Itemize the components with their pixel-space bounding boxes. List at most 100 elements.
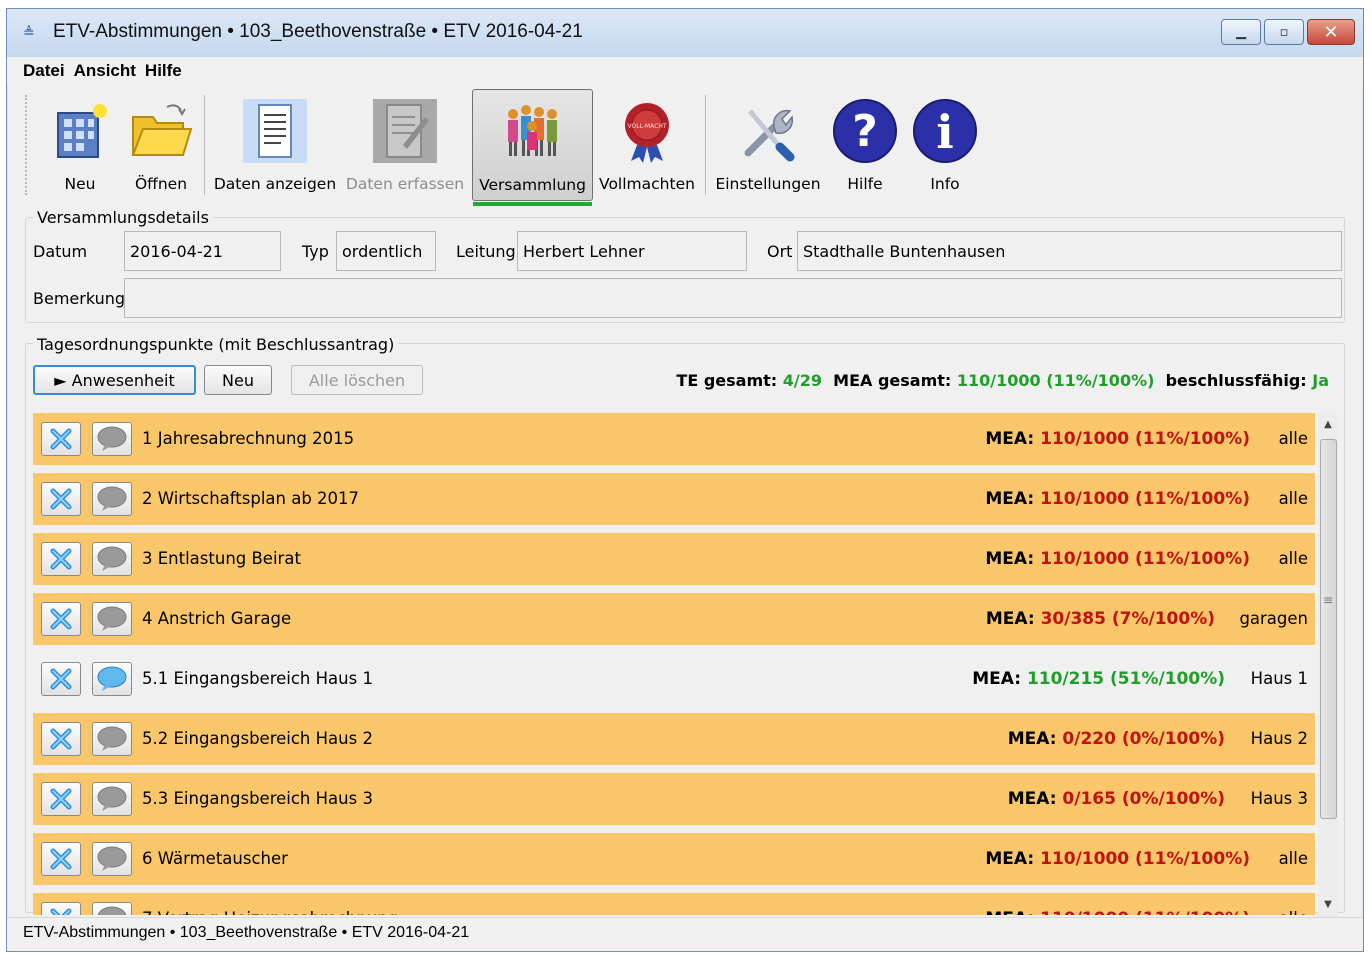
toolbar-label: Öffnen xyxy=(134,175,188,193)
title-bar[interactable]: ≜ ETV-Abstimmungen • 103_Beethovenstraße… xyxy=(7,9,1363,57)
close-button[interactable]: ✕ xyxy=(1307,19,1355,45)
toolbar-vollmachten-button[interactable]: VOLL-MACHT Vollmachten xyxy=(597,89,697,201)
window-controls: ▁ ▫ ✕ xyxy=(1221,19,1355,45)
alle-loeschen-button[interactable]: Alle löschen xyxy=(291,365,423,395)
mea-gesamt-value: 110/1000 (11%/100%) xyxy=(956,371,1155,390)
toolbar-daten-erfassen-button[interactable]: Daten erfassen xyxy=(343,89,467,201)
remove-item-button[interactable] xyxy=(41,842,81,876)
bemerkung-field[interactable] xyxy=(124,278,1342,318)
menu-hilfe[interactable]: Hilfe xyxy=(145,61,182,81)
bemerkung-label: Bemerkung xyxy=(33,289,126,308)
mea-label: MEA: xyxy=(985,549,1035,569)
speech-bubble-icon xyxy=(97,906,127,915)
scroll-thumb[interactable] xyxy=(1320,439,1337,819)
app-window: ≜ ETV-Abstimmungen • 103_Beethovenstraße… xyxy=(6,8,1364,952)
ort-field[interactable]: Stadthalle Buntenhausen xyxy=(797,231,1342,271)
agenda-item-mea: MEA: 110/1000 (11%/100%) xyxy=(985,849,1250,869)
datum-field[interactable]: 2016-04-21 xyxy=(124,231,281,271)
remove-item-button[interactable] xyxy=(41,482,81,516)
comment-button[interactable] xyxy=(92,782,132,816)
agenda-row[interactable]: 5.3 Eingangsbereich Haus 3 MEA: 0/165 (0%… xyxy=(33,773,1315,825)
menu-ansicht[interactable]: Ansicht xyxy=(74,61,136,81)
agenda-row[interactable]: 4 Anstrich Garage MEA: 30/385 (7%/100%) ga… xyxy=(33,593,1315,645)
agenda-list: 1 Jahresabrechnung 2015 MEA: 110/1000 (11… xyxy=(33,405,1340,915)
people-icon xyxy=(499,98,567,166)
maximize-button[interactable]: ▫ xyxy=(1264,19,1304,45)
agenda-row[interactable]: 1 Jahresabrechnung 2015 MEA: 110/1000 (11… xyxy=(33,413,1315,465)
anwesenheit-button[interactable]: ► Anwesenheit xyxy=(33,365,196,395)
mea-label: MEA: xyxy=(985,489,1035,509)
scroll-up-arrow-icon[interactable]: ▲ xyxy=(1318,415,1338,435)
agenda-row[interactable]: 6 Wärmetauscher MEA: 110/1000 (11%/100%) a… xyxy=(33,833,1315,885)
seal-text: VOLL-MACHT xyxy=(627,123,666,130)
toolbar-daten-anzeigen-button[interactable]: Daten anzeigen xyxy=(211,89,339,201)
comment-button[interactable] xyxy=(92,902,132,915)
comment-button[interactable] xyxy=(92,722,132,756)
seal-icon: VOLL-MACHT xyxy=(613,97,681,165)
ort-label: Ort xyxy=(767,242,793,261)
speech-bubble-icon xyxy=(97,786,127,811)
minimize-button[interactable]: ▁ xyxy=(1221,19,1261,45)
comment-button[interactable] xyxy=(92,602,132,636)
comment-button[interactable] xyxy=(92,842,132,876)
typ-field[interactable]: ordentlich xyxy=(336,231,436,271)
agenda-item-title: 7 Vertrag Heizungsabrechnung xyxy=(142,909,398,915)
agenda-scrollbar[interactable]: ▲ ≡ ▼ xyxy=(1318,413,1338,917)
menu-datei[interactable]: Datei xyxy=(23,61,65,81)
toolbar-hilfe-button[interactable]: ? Hilfe xyxy=(827,89,903,201)
toolbar-einstellungen-button[interactable]: Einstellungen xyxy=(713,89,823,201)
info-icon: i xyxy=(911,97,979,165)
agenda-row[interactable]: 5.1 Eingangsbereich Haus 1 MEA: 110/215 (… xyxy=(33,653,1315,705)
remove-item-button[interactable] xyxy=(41,902,81,915)
toolbar-label: Hilfe xyxy=(847,175,883,193)
folder-open-icon xyxy=(127,97,195,165)
datum-label: Datum xyxy=(33,242,88,261)
remove-item-button[interactable] xyxy=(41,602,81,636)
close-x-icon xyxy=(50,848,72,870)
speech-bubble-icon xyxy=(97,846,127,871)
te-gesamt-value: 4/29 xyxy=(782,371,822,390)
agenda-item-title: 3 Entlastung Beirat xyxy=(142,549,301,568)
mea-value: 110/1000 (11%/100%) xyxy=(1040,909,1250,915)
agenda-item-title: 5.3 Eingangsbereich Haus 3 xyxy=(142,789,373,808)
remove-item-button[interactable] xyxy=(41,782,81,816)
agenda-row[interactable]: 7 Vertrag Heizungsabrechnung MEA: 110/100… xyxy=(33,893,1315,915)
agenda-item-mea: MEA: 110/1000 (11%/100%) xyxy=(985,489,1250,509)
active-indicator xyxy=(473,202,592,206)
toolbar-neu-button[interactable]: Neu xyxy=(41,89,119,201)
toolbar-info-button[interactable]: i Info xyxy=(907,89,983,201)
agenda-summary: TE gesamt: 4/29 MEA gesamt: 110/1000 (11… xyxy=(676,371,1329,390)
agenda-row[interactable]: 5.2 Eingangsbereich Haus 2 MEA: 0/220 (0%… xyxy=(33,713,1315,765)
speech-bubble-icon xyxy=(97,426,127,451)
edit-document-icon xyxy=(371,97,439,165)
scroll-down-arrow-icon[interactable]: ▼ xyxy=(1318,895,1338,915)
beschlussfaehig-value: Ja xyxy=(1312,371,1329,390)
agenda-row[interactable]: 2 Wirtschaftsplan ab 2017 MEA: 110/1000 (… xyxy=(33,473,1315,525)
leitung-field[interactable]: Herbert Lehner xyxy=(517,231,747,271)
new-building-icon xyxy=(46,97,114,165)
agenda-item-scope: alle xyxy=(1279,909,1308,915)
speech-bubble-icon xyxy=(97,726,127,751)
comment-button[interactable] xyxy=(92,542,132,576)
agenda-item-scope: alle xyxy=(1278,429,1308,448)
comment-button[interactable] xyxy=(92,422,132,456)
remove-item-button[interactable] xyxy=(41,422,81,456)
comment-button[interactable] xyxy=(92,482,132,516)
agenda-item-title: 5.1 Eingangsbereich Haus 1 xyxy=(142,669,373,688)
typ-label: Typ xyxy=(302,242,329,261)
close-x-icon xyxy=(50,668,72,690)
neu-button[interactable]: Neu xyxy=(204,365,272,395)
comment-button[interactable] xyxy=(92,662,132,696)
remove-item-button[interactable] xyxy=(41,542,81,576)
mea-label: MEA: xyxy=(972,669,1022,689)
svg-text:?: ? xyxy=(852,106,878,157)
agenda-item-mea: MEA: 110/1000 (11%/100%) xyxy=(985,549,1250,569)
document-icon xyxy=(241,97,309,165)
agenda-group-title: Tagesordnungspunkte (mit Beschlussantrag… xyxy=(33,335,399,354)
toolbar-oeffnen-button[interactable]: Öffnen xyxy=(121,89,201,201)
agenda-row[interactable]: 3 Entlastung Beirat MEA: 110/1000 (11%/10… xyxy=(33,533,1315,585)
remove-item-button[interactable] xyxy=(41,662,81,696)
toolbar-grip[interactable] xyxy=(25,95,27,195)
toolbar-versammlung-button[interactable]: Versammlung xyxy=(472,89,593,206)
remove-item-button[interactable] xyxy=(41,722,81,756)
